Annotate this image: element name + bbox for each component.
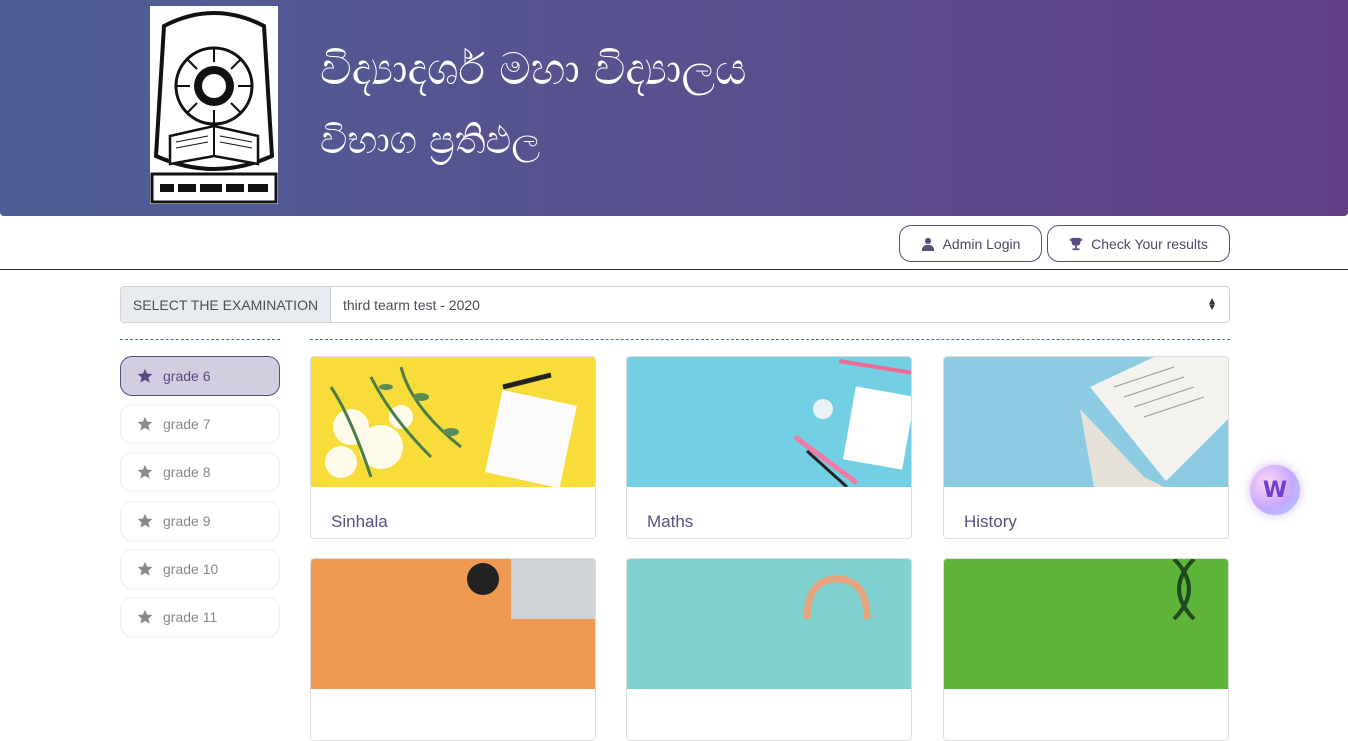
- admin-login-label: Admin Login: [942, 235, 1021, 252]
- school-name: විද්‍යාදශර් මහා විද්‍යාලය: [320, 44, 747, 95]
- header-banner: විද්‍යාදශර් මහා විද්‍යාලය විභාග ප්‍රතිඵල: [0, 0, 1348, 216]
- subject-card-maths[interactable]: Maths: [626, 356, 912, 539]
- star-icon: [137, 513, 153, 528]
- assistant-widget-icon[interactable]: W: [1250, 465, 1300, 515]
- subject-card-6[interactable]: [943, 558, 1229, 741]
- grade-label: grade 8: [163, 464, 211, 480]
- grade-item-11[interactable]: grade 11: [120, 597, 280, 637]
- star-icon: [137, 416, 153, 431]
- sidebar-divider: [120, 339, 280, 340]
- subject-name: [627, 689, 911, 740]
- flowers-notebook-illustration: [311, 357, 595, 487]
- exam-select-group: SELECT THE EXAMINATION third tearm test …: [120, 286, 1230, 323]
- star-icon: [137, 464, 153, 479]
- grade-label: grade 10: [163, 561, 219, 577]
- exam-select[interactable]: third tearm test - 2020 ▲ ▼: [331, 287, 1229, 322]
- star-icon: [137, 609, 153, 624]
- laptop-illustration: [311, 559, 595, 689]
- grade-item-6[interactable]: grade 6: [120, 356, 280, 396]
- subject-name: Sinhala: [331, 512, 388, 531]
- subject-card-5[interactable]: [626, 558, 912, 741]
- grade-item-9[interactable]: grade 9: [120, 501, 280, 541]
- exam-select-label: SELECT THE EXAMINATION: [121, 287, 331, 322]
- subject-image: [311, 357, 595, 487]
- open-book-illustration: [944, 357, 1228, 487]
- grade-item-8[interactable]: grade 8: [120, 452, 280, 492]
- exam-selected-value: third tearm test - 2020: [343, 296, 480, 313]
- subject-image: [944, 559, 1228, 689]
- trophy-icon: [1070, 237, 1083, 250]
- admin-login-button[interactable]: Admin Login: [899, 225, 1042, 262]
- page-subtitle: විභාග ප්‍රතිඵල: [320, 118, 541, 162]
- subject-card-history[interactable]: History: [943, 356, 1229, 539]
- check-results-button[interactable]: Check Your results: [1047, 225, 1230, 262]
- check-results-label: Check Your results: [1091, 235, 1208, 252]
- subject-name: History: [964, 512, 1017, 531]
- grade-label: grade 7: [163, 416, 211, 432]
- star-icon: [137, 368, 153, 383]
- stationery-illustration: [627, 357, 911, 487]
- nav-divider: [0, 269, 1348, 270]
- grade-item-10[interactable]: grade 10: [120, 549, 280, 589]
- subject-card-sinhala[interactable]: Sinhala: [310, 356, 596, 539]
- subject-name: [944, 689, 1228, 740]
- dna-illustration: [944, 559, 1228, 689]
- content-divider: [310, 339, 1230, 340]
- grade-label: grade 6: [163, 368, 211, 384]
- grade-label: grade 11: [163, 609, 218, 625]
- star-icon: [137, 561, 153, 576]
- subject-image: [627, 357, 911, 487]
- subject-image: [944, 357, 1228, 487]
- subject-image: [311, 559, 595, 689]
- subject-image: [627, 559, 911, 689]
- subject-name: Maths: [647, 512, 694, 531]
- headphones-illustration: [627, 559, 911, 689]
- user-icon: [921, 237, 934, 251]
- subject-card-4[interactable]: [310, 558, 596, 741]
- select-arrows-icon: ▲ ▼: [1207, 295, 1217, 313]
- grade-item-7[interactable]: grade 7: [120, 404, 280, 444]
- grade-label: grade 9: [163, 513, 211, 529]
- school-crest-icon: [150, 6, 278, 204]
- subject-name: [311, 689, 595, 740]
